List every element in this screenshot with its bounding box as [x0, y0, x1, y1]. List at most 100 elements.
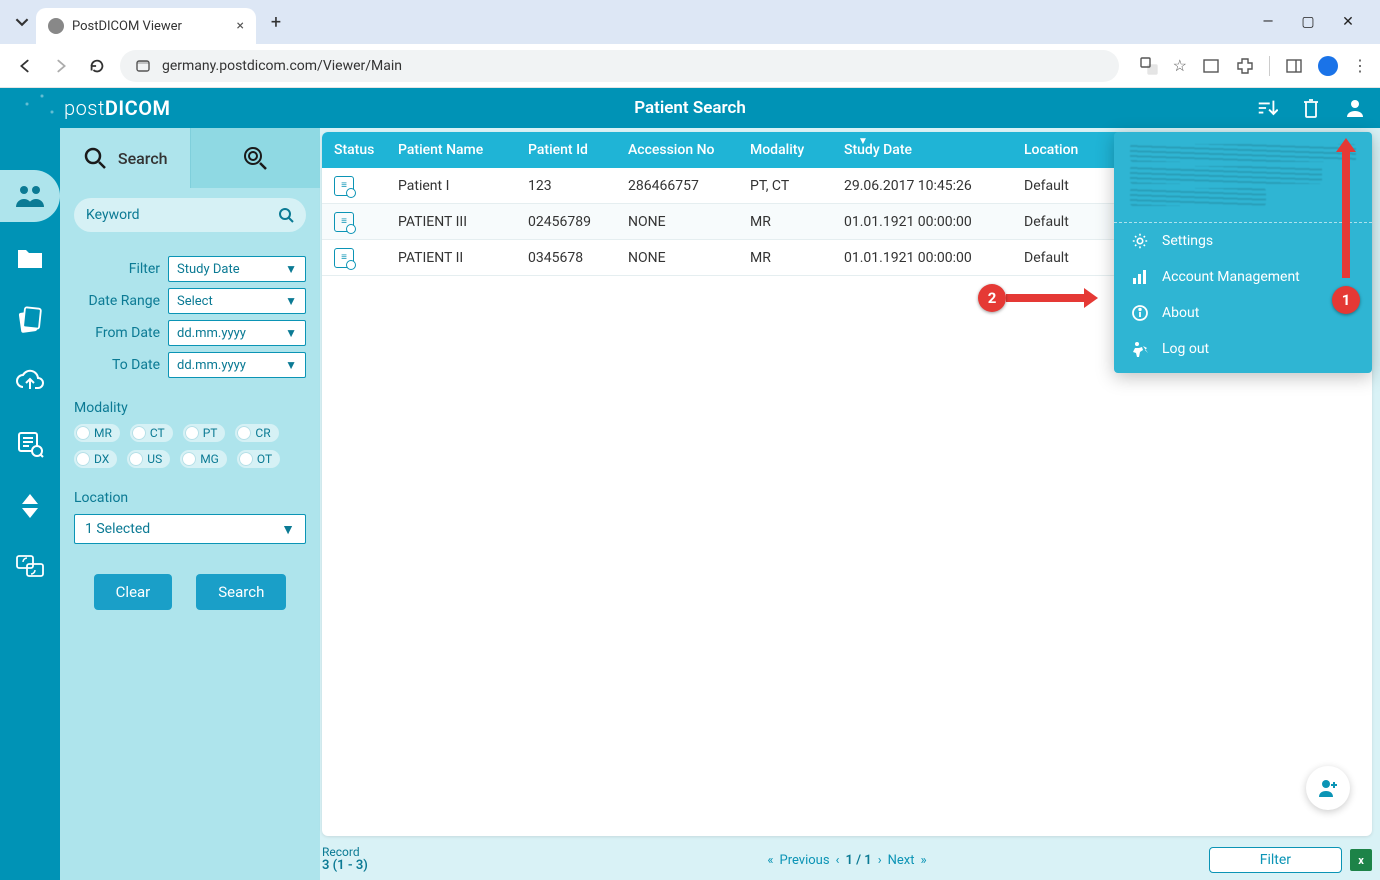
profile-icon[interactable]	[1318, 56, 1338, 76]
maximize-icon[interactable]: ▢	[1300, 14, 1316, 30]
page-indicator: 1 / 1	[845, 853, 871, 868]
page-title: Patient Search	[634, 98, 746, 118]
keyword-search-icon[interactable]	[278, 207, 294, 223]
loc-cell: Default	[1018, 214, 1118, 230]
rail-folder-icon[interactable]	[12, 240, 48, 276]
loc-cell: Default	[1018, 250, 1118, 266]
redacted-line	[1130, 166, 1322, 184]
menu-account[interactable]: Account Management	[1114, 259, 1372, 295]
location-block: Location 1 Selected▼	[74, 490, 306, 544]
brand-logo-icon	[12, 88, 62, 128]
th-loc[interactable]: Location	[1018, 142, 1118, 158]
minimize-icon[interactable]: —	[1260, 14, 1276, 30]
rail-monitors-icon[interactable]	[12, 550, 48, 586]
menu-icon[interactable]: ⋮	[1352, 56, 1368, 75]
url-box[interactable]: germany.postdicom.com/Viewer/Main	[120, 50, 1119, 82]
tab-close-icon[interactable]: ×	[237, 18, 244, 34]
modality-label: Modality	[74, 400, 306, 416]
modality-chip-us[interactable]: US	[127, 450, 170, 468]
to-date-input[interactable]: dd.mm.yyyy▼	[168, 352, 306, 378]
mod-cell: PT, CT	[744, 178, 838, 194]
site-info-icon[interactable]	[134, 57, 152, 75]
cast-icon[interactable]	[1201, 56, 1221, 76]
left-rail	[0, 128, 60, 880]
first-page-icon[interactable]: «	[767, 853, 773, 868]
search-tab-text[interactable]: Search	[60, 128, 190, 188]
modality-chip-ct[interactable]: CT	[130, 424, 173, 442]
logout-icon	[1130, 339, 1150, 359]
date-cell: 01.01.1921 00:00:00	[838, 250, 1018, 266]
clear-button[interactable]: Clear	[94, 574, 173, 610]
radio-icon	[76, 426, 90, 440]
bookmark-icon[interactable]: ☆	[1173, 56, 1187, 75]
date-cell: 01.01.1921 00:00:00	[838, 214, 1018, 230]
pager: « Previous ‹ 1 / 1 › Next »	[767, 853, 926, 868]
redacted-line	[1130, 144, 1356, 162]
date-range-select[interactable]: Select▼	[168, 288, 306, 314]
new-tab-button[interactable]: +	[262, 8, 290, 36]
prev-page-button[interactable]: Previous	[780, 853, 830, 868]
search-button[interactable]: Search	[196, 574, 286, 610]
last-page-icon[interactable]: »	[921, 853, 927, 868]
radio-icon	[185, 426, 199, 440]
modality-block: Modality MR CT PT CR DX US MG OT	[74, 400, 306, 468]
modality-chip-pt[interactable]: PT	[183, 424, 226, 442]
th-date[interactable]: ▼Study Date	[838, 142, 1018, 158]
close-icon[interactable]: ✕	[1340, 14, 1356, 30]
chevron-down-icon: ▼	[285, 294, 297, 308]
modality-chip-mg[interactable]: MG	[180, 450, 227, 468]
sort-icon[interactable]	[1254, 95, 1280, 121]
forward-button[interactable]	[48, 53, 74, 79]
rail-documents-icon[interactable]	[12, 302, 48, 338]
user-icon[interactable]	[1342, 95, 1368, 121]
radio-icon	[129, 452, 143, 466]
footer-filter-button[interactable]: Filter	[1209, 847, 1342, 873]
chevron-down-icon: ▼	[281, 521, 295, 538]
browser-chrome: PostDICOM Viewer × + — ▢ ✕ germany.postd…	[0, 0, 1380, 88]
extensions-icon[interactable]	[1235, 56, 1255, 76]
separator	[1269, 56, 1270, 76]
annotation-arrow-2	[1006, 294, 1086, 302]
add-user-fab[interactable]	[1306, 766, 1350, 810]
rail-sync-icon[interactable]	[12, 488, 48, 524]
url-text: germany.postdicom.com/Viewer/Main	[162, 58, 402, 74]
rail-patients-icon[interactable]	[12, 178, 48, 214]
trash-icon[interactable]	[1298, 95, 1324, 121]
modality-chip-cr[interactable]: CR	[235, 424, 278, 442]
search-icon	[82, 145, 108, 171]
location-select[interactable]: 1 Selected▼	[74, 514, 306, 544]
th-mod[interactable]: Modality	[744, 142, 838, 158]
modality-chip-ot[interactable]: OT	[237, 450, 280, 468]
status-cell: ≡	[322, 176, 392, 196]
tab-dropdown-icon[interactable]	[8, 8, 36, 36]
modality-chip-dx[interactable]: DX	[74, 450, 117, 468]
translate-icon[interactable]	[1139, 56, 1159, 76]
menu-settings[interactable]: Settings	[1114, 223, 1372, 259]
keyword-input-wrap[interactable]	[74, 198, 306, 232]
browser-tab[interactable]: PostDICOM Viewer ×	[36, 8, 256, 44]
filter-select[interactable]: Study Date▼	[168, 256, 306, 282]
th-name[interactable]: Patient Name	[392, 142, 522, 158]
from-date-input[interactable]: dd.mm.yyyy▼	[168, 320, 306, 346]
back-button[interactable]	[12, 53, 38, 79]
modality-chip-mr[interactable]: MR	[74, 424, 120, 442]
acc-cell: NONE	[622, 250, 744, 266]
search-tab-advanced[interactable]	[190, 128, 321, 188]
th-acc[interactable]: Accession No	[622, 142, 744, 158]
reload-button[interactable]	[84, 53, 110, 79]
prev-icon[interactable]: ‹	[836, 853, 840, 868]
brand: postDICOM	[64, 96, 171, 120]
sidepanel-icon[interactable]	[1284, 56, 1304, 76]
rail-upload-icon[interactable]	[12, 364, 48, 400]
th-pid[interactable]: Patient Id	[522, 142, 622, 158]
next-page-button[interactable]: Next	[888, 853, 915, 868]
keyword-input[interactable]	[86, 207, 278, 223]
th-status[interactable]: Status	[322, 142, 392, 158]
rail-worklist-icon[interactable]	[12, 426, 48, 462]
name-cell: Patient I	[392, 178, 522, 194]
tab-bar: PostDICOM Viewer × + — ▢ ✕	[0, 0, 1380, 44]
excel-export-icon[interactable]: x	[1350, 849, 1372, 871]
mod-cell: MR	[744, 214, 838, 230]
menu-logout[interactable]: Log out	[1114, 331, 1372, 367]
next-icon[interactable]: ›	[878, 853, 882, 868]
